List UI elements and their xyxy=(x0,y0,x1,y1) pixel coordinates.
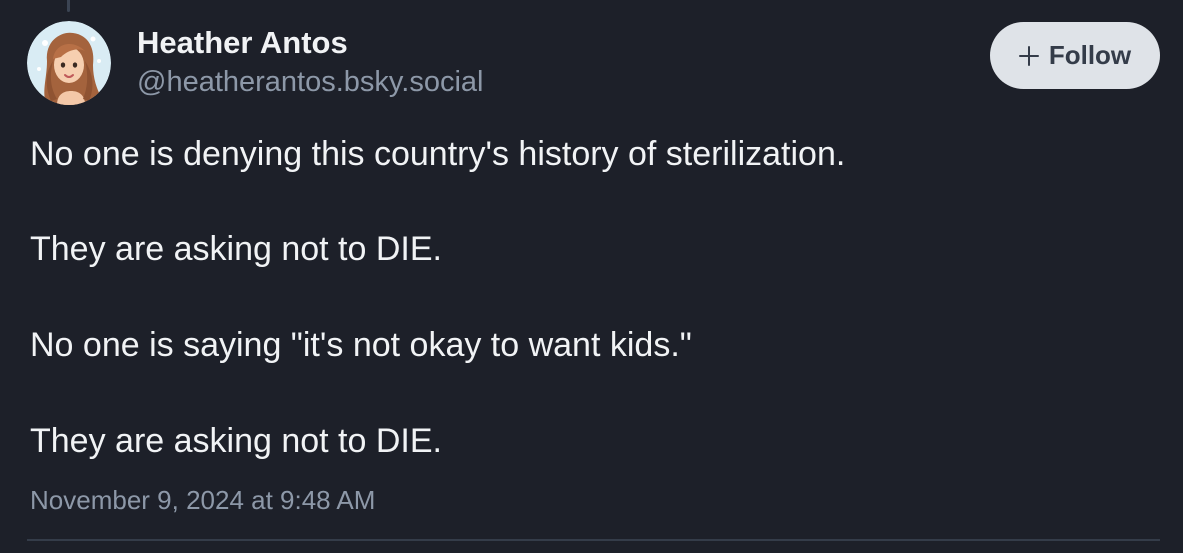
avatar-illustration-icon xyxy=(27,21,111,105)
post-paragraph: No one is denying this country's history… xyxy=(30,135,846,173)
post-paragraph: No one is saying "it's not okay to want … xyxy=(30,326,692,364)
author-display-name[interactable]: Heather Antos xyxy=(137,25,348,61)
divider xyxy=(27,539,1160,541)
post-timestamp[interactable]: November 9, 2024 at 9:48 AM xyxy=(30,485,375,516)
follow-button[interactable]: Follow xyxy=(990,22,1160,89)
plus-icon xyxy=(1018,45,1039,66)
avatar[interactable] xyxy=(27,21,111,105)
post-paragraph: They are asking not to DIE. xyxy=(30,230,442,268)
follow-button-label: Follow xyxy=(1048,40,1132,70)
author-handle[interactable]: @heatherantos.bsky.social xyxy=(137,66,483,99)
thread-connector-line xyxy=(67,0,70,12)
post-paragraph: They are asking not to DIE. xyxy=(30,422,442,460)
